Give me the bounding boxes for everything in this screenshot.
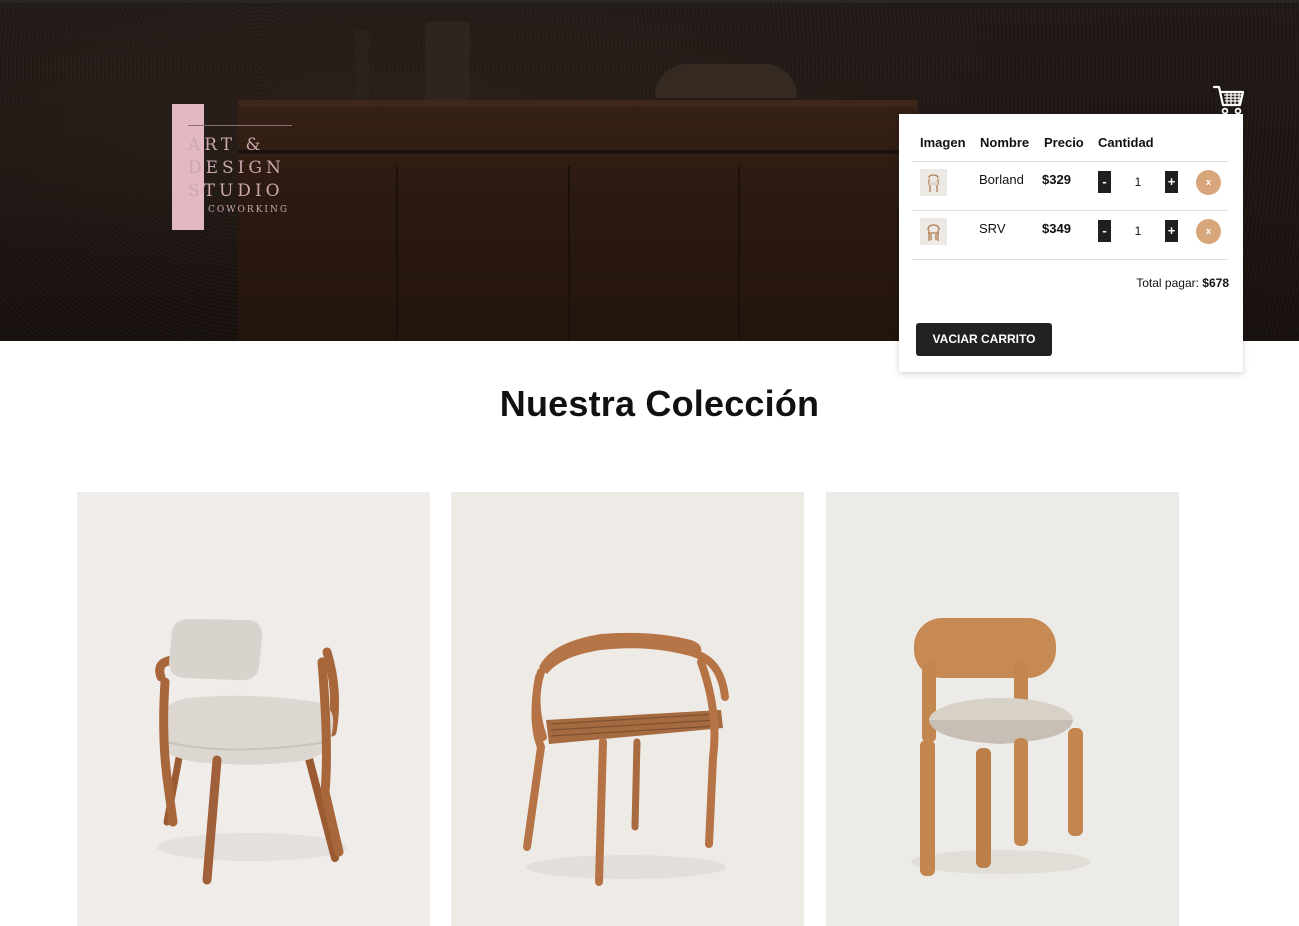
cart-item-price: $349 (1042, 221, 1071, 236)
remove-item-button[interactable]: x (1196, 170, 1221, 195)
shopping-cart-icon[interactable] (1212, 84, 1246, 116)
cart-column-quantity: Cantidad (1098, 135, 1154, 150)
cart-row: Borland $329 - 1 + x (912, 162, 1228, 211)
cart-total-label: Total pagar: (1136, 276, 1199, 290)
logo-rule (188, 125, 292, 126)
empty-cart-button[interactable]: VACIAR CARRITO (916, 323, 1052, 356)
brand-logo[interactable]: ART & DESIGN STUDIO COWORKING (172, 104, 297, 230)
decrease-quantity-button[interactable]: - (1098, 171, 1111, 193)
cart-total-value: $678 (1202, 276, 1229, 290)
product-card[interactable] (826, 492, 1179, 926)
product-card[interactable] (451, 492, 804, 926)
remove-item-button[interactable]: x (1196, 219, 1221, 244)
cart-column-name: Nombre (980, 135, 1030, 150)
product-card[interactable] (77, 492, 430, 926)
cart-item-price: $329 (1042, 172, 1071, 187)
cart-item-thumbnail (920, 169, 947, 196)
decrease-quantity-button[interactable]: - (1098, 220, 1111, 242)
logo-line-1: ART & (188, 135, 265, 155)
increase-quantity-button[interactable]: + (1165, 171, 1178, 193)
cart-total: Total pagar: $678 (1136, 276, 1229, 290)
logo-line-2: DESIGN (188, 158, 285, 178)
increase-quantity-button[interactable]: + (1165, 220, 1178, 242)
cart-item-name: SRV (979, 221, 1006, 236)
section-title: Nuestra Colección (499, 383, 820, 424)
cart-row: SRV $349 - 1 + x (912, 211, 1228, 260)
cart-item-name: Borland (979, 172, 1024, 187)
quantity-value[interactable]: 1 (1111, 220, 1165, 242)
logo-line-4: COWORKING (208, 205, 290, 215)
wooden-chair-image (911, 618, 1091, 876)
cart-column-image: Imagen (920, 135, 966, 150)
logo-line-3: STUDIO (188, 181, 284, 201)
cart-column-price: Precio (1044, 135, 1084, 150)
wooden-armchair-image (523, 632, 729, 886)
cart-item-thumbnail (920, 218, 947, 245)
quantity-value[interactable]: 1 (1111, 171, 1165, 193)
cart-dropdown: Imagen Nombre Precio Cantidad Borland $3… (899, 114, 1243, 372)
upholstered-armchair-image (155, 619, 347, 885)
